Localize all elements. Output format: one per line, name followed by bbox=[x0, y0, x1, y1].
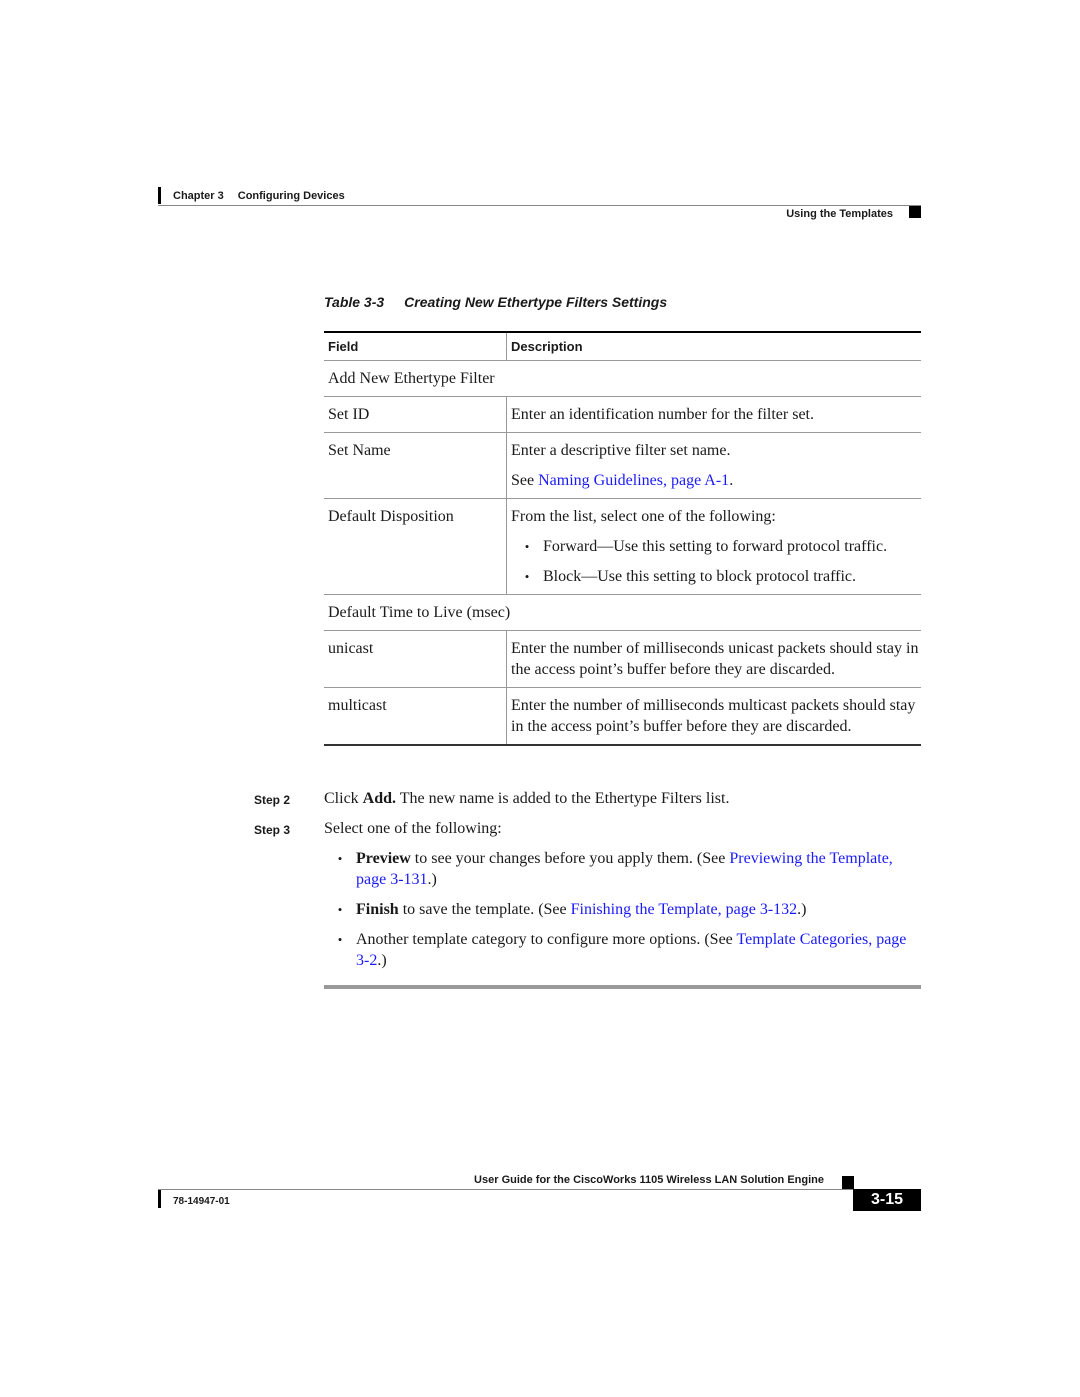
step-text-pre: Click bbox=[324, 790, 363, 807]
column-header-field: Field bbox=[324, 333, 507, 360]
footer-rule bbox=[158, 1189, 853, 1190]
footer-marker bbox=[842, 1176, 854, 1190]
table-group-row: Default Time to Live (msec) bbox=[324, 595, 921, 631]
option-text: to save the template. (See bbox=[398, 901, 571, 918]
field-name: Set ID bbox=[324, 397, 507, 432]
option-suffix: .) bbox=[377, 952, 387, 969]
bullet-item: • Forward—Use this setting to forward pro… bbox=[511, 536, 921, 557]
step-text-post: The new name is added to the Ethertype F… bbox=[396, 790, 730, 807]
section-title: Using the Templates bbox=[786, 208, 893, 220]
option-suffix: .) bbox=[427, 871, 437, 888]
header-marker bbox=[909, 206, 921, 218]
add-ui-term: Add. bbox=[362, 790, 397, 807]
option-suffix: .) bbox=[797, 901, 807, 918]
see-prefix: See bbox=[511, 472, 539, 489]
description-text: From the list, select one of the followi… bbox=[511, 508, 776, 525]
bullet-icon: • bbox=[337, 902, 343, 917]
table-row: Set ID Enter an identification number fo… bbox=[324, 397, 921, 433]
options-list: • Preview to see your changes before you… bbox=[324, 848, 921, 980]
bullet-icon: • bbox=[337, 851, 343, 866]
option-text: to see your changes before you apply the… bbox=[410, 850, 730, 867]
step-text: Click Add. The new name is added to the … bbox=[324, 788, 921, 809]
option-item-category: • Another template category to configure… bbox=[324, 929, 921, 971]
chapter-title: Configuring Devices bbox=[237, 190, 345, 202]
field-description: Enter an identification number for the f… bbox=[511, 406, 814, 423]
table-row: Default Disposition From the list, selec… bbox=[324, 499, 921, 595]
field-description: From the list, select one of the followi… bbox=[507, 499, 921, 594]
group-label: Default Time to Live (msec) bbox=[328, 604, 511, 621]
field-name: Default Disposition bbox=[324, 499, 507, 594]
field-description: Enter the number of milliseconds multica… bbox=[511, 697, 916, 735]
table-row: multicast Enter the number of millisecon… bbox=[324, 688, 921, 746]
option-term: Finish bbox=[356, 901, 399, 918]
settings-table: Field Description Add New Ethertype Filt… bbox=[324, 331, 921, 746]
bullet-text: Block—Use this setting to block protocol… bbox=[543, 568, 856, 585]
table-row: Set Name Enter a descriptive filter set … bbox=[324, 433, 921, 499]
field-name: multicast bbox=[324, 688, 507, 744]
field-name: Set Name bbox=[324, 433, 507, 498]
chapter-label: Chapter 3 bbox=[173, 190, 224, 202]
description-text: Enter a descriptive filter set name. bbox=[511, 442, 731, 459]
field-description: Enter the number of milliseconds unicast… bbox=[511, 640, 919, 678]
option-term: Preview bbox=[356, 850, 411, 867]
option-item-preview: • Preview to see your changes before you… bbox=[324, 848, 921, 890]
table-caption: Table 3-3 Creating New Ethertype Filters … bbox=[324, 294, 667, 310]
see-reference: See Naming Guidelines, page A-1. bbox=[511, 470, 921, 491]
step-label: Step 2 bbox=[254, 793, 291, 807]
see-suffix: . bbox=[729, 472, 734, 489]
table-title: Creating New Ethertype Filters Settings bbox=[404, 294, 668, 310]
option-text: Another template category to configure m… bbox=[356, 931, 737, 948]
table-row: unicast Enter the number of milliseconds… bbox=[324, 631, 921, 688]
procedure-end-rule bbox=[324, 985, 921, 989]
bullet-icon: • bbox=[524, 539, 530, 554]
doc-number: 78-14947-01 bbox=[173, 1196, 230, 1207]
bullet-icon: • bbox=[524, 569, 530, 584]
step-label: Step 3 bbox=[254, 823, 291, 837]
page-number: 3-15 bbox=[853, 1189, 921, 1211]
naming-guidelines-link[interactable]: Naming Guidelines, page A-1 bbox=[538, 472, 729, 489]
bullet-text: Forward—Use this setting to forward prot… bbox=[543, 538, 888, 555]
option-item-finish: • Finish to save the template. (See Fini… bbox=[324, 899, 921, 920]
finishing-template-link[interactable]: Finishing the Template, page 3-132 bbox=[571, 901, 798, 918]
bullet-item: • Block—Use this setting to block protoco… bbox=[511, 566, 921, 587]
bullet-icon: • bbox=[337, 932, 343, 947]
guide-title: User Guide for the CiscoWorks 1105 Wirel… bbox=[474, 1174, 824, 1186]
table-number: Table 3-3 bbox=[324, 294, 385, 310]
header-left-bar bbox=[158, 187, 161, 204]
group-label: Add New Ethertype Filter bbox=[328, 370, 495, 387]
chapter-heading: Chapter 3 Configuring Devices bbox=[173, 190, 345, 202]
table-header-row: Field Description bbox=[324, 333, 921, 361]
step-text: Select one of the following: bbox=[324, 820, 502, 837]
column-header-description: Description bbox=[511, 339, 583, 354]
header-rule bbox=[158, 205, 921, 206]
field-name: unicast bbox=[324, 631, 507, 687]
field-description: Enter a descriptive filter set name. See… bbox=[507, 433, 921, 498]
footer-left-bar bbox=[158, 1190, 161, 1208]
table-group-row: Add New Ethertype Filter bbox=[324, 361, 921, 397]
